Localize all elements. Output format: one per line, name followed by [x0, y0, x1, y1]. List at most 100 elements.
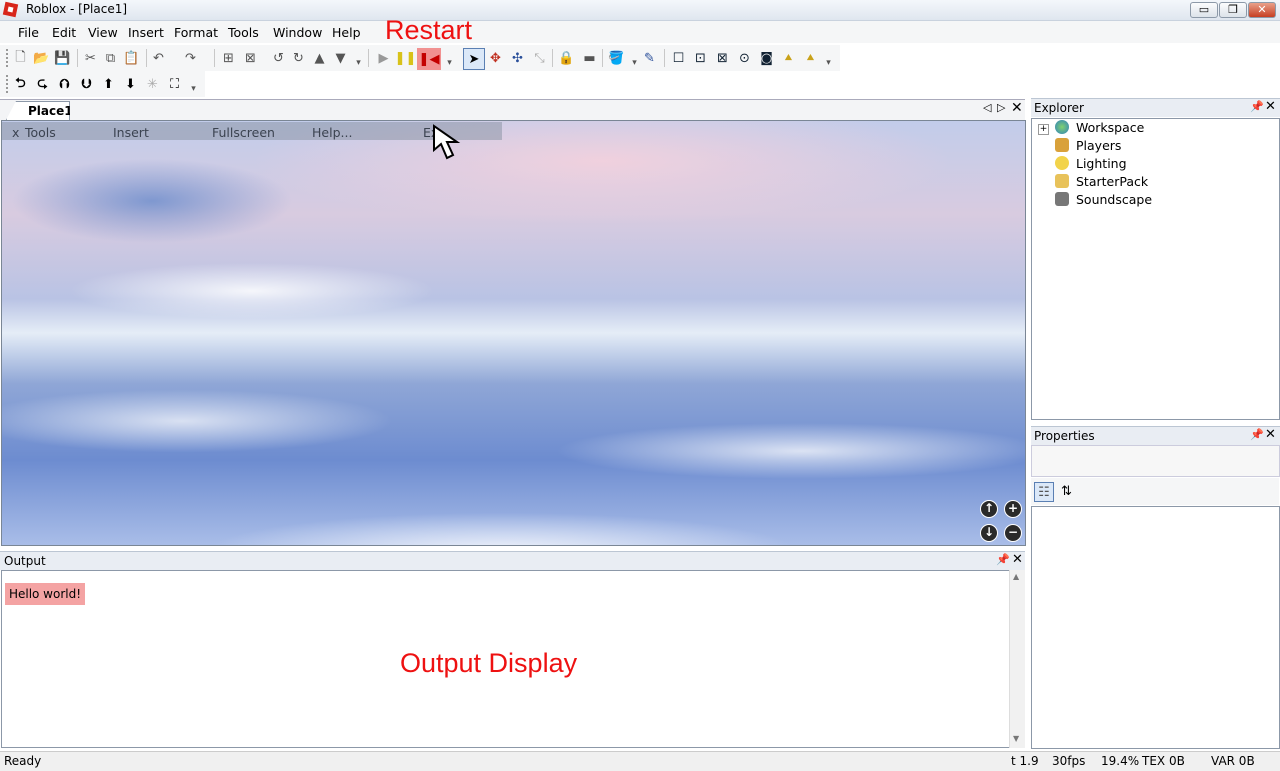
- menu-help[interactable]: Help: [332, 25, 361, 40]
- paste-icon[interactable]: 📋: [123, 50, 140, 67]
- viewport-menu-insert[interactable]: Insert: [113, 125, 149, 140]
- toolbar-separator: [664, 49, 665, 67]
- viewport-menu-tools[interactable]: Tools: [25, 125, 56, 140]
- rotate-left-icon[interactable]: ↺: [270, 50, 287, 67]
- lock-icon[interactable]: 🔒: [558, 50, 575, 67]
- close-properties-icon[interactable]: ✕: [1265, 427, 1276, 442]
- menu-insert[interactable]: Insert: [128, 25, 164, 40]
- chevron-down-icon[interactable]: ▾: [820, 54, 837, 71]
- status-fps: 30fps: [1052, 754, 1086, 768]
- close-button[interactable]: ✕: [1248, 2, 1276, 18]
- camera-right-icon[interactable]: ⮎: [34, 76, 51, 93]
- maximize-button[interactable]: ❐: [1219, 2, 1247, 18]
- toolbar-separator: [602, 49, 603, 67]
- viewport-menu-help[interactable]: Help...: [312, 125, 352, 140]
- categorized-icon[interactable]: ☷: [1034, 482, 1054, 502]
- scroll-up-icon[interactable]: ▲: [1013, 572, 1019, 581]
- open-folder-icon[interactable]: 📂: [33, 50, 50, 67]
- output-scrollbar[interactable]: ▲ ▼: [1009, 570, 1025, 748]
- scroll-down-icon[interactable]: ▼: [1013, 734, 1019, 743]
- toolbar-grip[interactable]: [6, 49, 11, 67]
- surface-weld-icon[interactable]: ⊠: [714, 50, 731, 67]
- output-panel-header: Output 📌 ✕: [0, 551, 1025, 570]
- group-icon[interactable]: ⊞: [220, 50, 237, 67]
- new-file-icon[interactable]: 🗋: [12, 50, 29, 67]
- menu-window[interactable]: Window: [273, 25, 322, 40]
- surface-hinge-icon[interactable]: ⯅: [780, 50, 797, 67]
- toolbar-separator: [77, 49, 78, 67]
- explorer-item-players[interactable]: Players: [1076, 138, 1121, 153]
- drag-icon[interactable]: ✣: [509, 50, 526, 67]
- pin-icon[interactable]: 📌: [1250, 428, 1264, 441]
- camera-down-button[interactable]: ↓: [980, 524, 998, 542]
- explorer-item-starterpack[interactable]: StarterPack: [1076, 174, 1148, 189]
- move-icon[interactable]: ✥: [487, 50, 504, 67]
- camera-up-button[interactable]: ↑: [980, 500, 998, 518]
- fullscreen-icon[interactable]: ⛶: [166, 76, 183, 93]
- surface-smooth-icon[interactable]: ☐: [670, 50, 687, 67]
- menu-format[interactable]: Format: [174, 25, 218, 40]
- menu-edit[interactable]: Edit: [52, 25, 76, 40]
- rotate-right-icon[interactable]: ↻: [290, 50, 307, 67]
- properties-filter[interactable]: [1031, 445, 1280, 477]
- zoom-out-button[interactable]: −: [1004, 524, 1022, 542]
- restart-annotation: Restart: [385, 15, 473, 45]
- viewport-menu-fullscreen[interactable]: Fullscreen: [212, 125, 275, 140]
- undo-icon[interactable]: ↶: [150, 50, 167, 67]
- surface-glue-icon[interactable]: ⊡: [692, 50, 709, 67]
- resize-icon[interactable]: ⤡: [531, 50, 548, 67]
- surface-inlet-icon[interactable]: ◙: [758, 50, 775, 67]
- dropper-icon[interactable]: ✎: [641, 50, 658, 67]
- explorer-item-soundscape[interactable]: Soundscape: [1076, 192, 1152, 207]
- status-text: Ready: [4, 754, 42, 768]
- close-output-icon[interactable]: ✕: [1012, 552, 1023, 567]
- toolbar-grip[interactable]: [6, 75, 11, 93]
- explorer-item-workspace[interactable]: Workspace: [1076, 120, 1144, 135]
- zoom-in-button[interactable]: +: [1004, 500, 1022, 518]
- pause-icon[interactable]: ❚❚: [395, 50, 417, 67]
- menu-file[interactable]: File: [18, 25, 39, 40]
- pin-icon[interactable]: 📌: [1250, 100, 1264, 113]
- camera-down-icon[interactable]: ⬇: [122, 76, 139, 93]
- tilt-up-icon[interactable]: ▲: [311, 50, 328, 67]
- cut-icon[interactable]: ✂: [82, 50, 99, 67]
- anchor-icon[interactable]: ▬: [581, 50, 598, 67]
- tilt-down-icon[interactable]: ▼: [332, 50, 349, 67]
- close-explorer-icon[interactable]: ✕: [1265, 99, 1276, 114]
- lightbulb-icon: [1055, 156, 1069, 170]
- reset-icon[interactable]: ❚◀: [417, 48, 441, 70]
- 3d-viewport[interactable]: [1, 120, 1026, 546]
- status-bar: Ready t 1.9 30fps 19.4% TEX 0B VAR 0B: [0, 751, 1280, 771]
- menu-bar: File Edit View Insert Format Tools Windo…: [0, 21, 1280, 43]
- tab-scroll-left-icon[interactable]: ◁: [983, 101, 991, 114]
- select-icon[interactable]: ➤: [463, 48, 485, 70]
- close-document-icon[interactable]: ✕: [1011, 100, 1023, 116]
- camera-left-icon[interactable]: ⮌: [12, 76, 29, 93]
- camera-up-icon[interactable]: ⬆: [100, 76, 117, 93]
- camera-tilt-up-icon[interactable]: ⮉: [56, 76, 73, 93]
- expand-icon[interactable]: +: [1038, 124, 1049, 135]
- chevron-down-icon[interactable]: ▾: [185, 80, 202, 97]
- paint-bucket-icon[interactable]: 🪣: [608, 50, 625, 67]
- surface-motor-icon[interactable]: ⯅: [802, 50, 819, 67]
- chevron-down-icon[interactable]: ▾: [441, 54, 458, 71]
- menu-tools[interactable]: Tools: [228, 25, 259, 40]
- menu-view[interactable]: View: [88, 25, 118, 40]
- chevron-down-icon[interactable]: ▾: [350, 54, 367, 71]
- explorer-item-lighting[interactable]: Lighting: [1076, 156, 1127, 171]
- pin-icon[interactable]: 📌: [996, 553, 1010, 566]
- sort-alphabetical-icon[interactable]: ⇅: [1058, 483, 1075, 500]
- tab-scroll-right-icon[interactable]: ▷: [997, 101, 1005, 114]
- surface-studs-icon[interactable]: ⊙: [736, 50, 753, 67]
- play-icon[interactable]: ▶: [375, 50, 392, 67]
- camera-tilt-down-icon[interactable]: ⮋: [78, 76, 95, 93]
- viewport-menu-close[interactable]: x: [12, 125, 19, 140]
- ungroup-icon[interactable]: ⊠: [242, 50, 259, 67]
- copy-icon[interactable]: ⧉: [102, 50, 119, 67]
- zoom-extents-icon[interactable]: ✳: [144, 76, 161, 93]
- minimize-button[interactable]: ▭: [1190, 2, 1218, 18]
- redo-icon[interactable]: ↷: [182, 50, 199, 67]
- window-title: Roblox - [Place1]: [26, 2, 128, 16]
- tab-place1[interactable]: Place1: [6, 101, 70, 120]
- save-icon[interactable]: 💾: [54, 50, 71, 67]
